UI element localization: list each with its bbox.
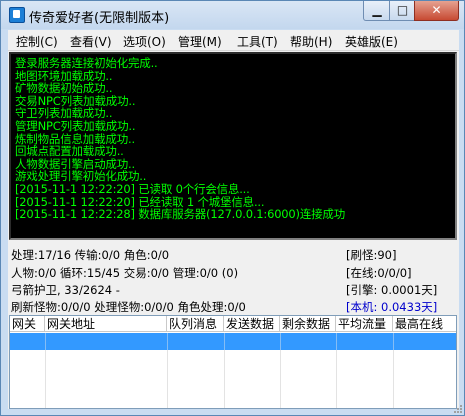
gateway-table[interactable]: 网关 网关地址 队列消息 发送数据 剩余数据 平均流量 最高在线 [9,315,457,409]
menu-tools[interactable]: 工具(T) [237,33,278,50]
row-separator [224,333,225,350]
app-window: 传奇爱好者(无限制版本) ▁ □ ✕ 控制(C) 查看(V) 选项(O) 管理(… [0,0,465,416]
column-divider [393,350,394,408]
column-header-gateway[interactable]: 网关 [10,316,45,332]
status-online: [在线:0/0/0] [346,266,412,280]
minimize-button[interactable]: ▁ [363,1,391,21]
column-header-sent-data[interactable]: 发送数据 [224,316,280,332]
column-header-remaining-data[interactable]: 剩余数据 [280,316,336,332]
menu-help[interactable]: 帮助(H) [290,33,332,50]
status-guard: 弓箭护卫, 33/2624 - [11,283,120,297]
status-engine: [引擎: 0.0001天] [346,283,438,297]
status-refresh-monsters: [刷怪:90] [346,248,397,262]
window-title: 传奇爱好者(无限制版本) [29,11,170,26]
menu-view[interactable]: 查看(V) [70,33,112,50]
status-characters: 人物:0/0 循环:15/45 交易:0/0 管理:0/0 (0) [11,266,239,280]
status-processing: 处理:17/16 传输:0/0 角色:0/0 [11,248,170,262]
menu-manage[interactable]: 管理(M) [178,33,222,50]
menu-bar: 控制(C) 查看(V) 选项(O) 管理(M) 工具(T) 帮助(H) 英雄版(… [8,30,459,51]
log-line: [2015-11-1 12:22:28] 数据库服务器(127.0.0.1:60… [15,207,346,222]
column-divider [224,350,225,408]
resize-grip-icon[interactable] [452,403,462,413]
column-header-average-traffic[interactable]: 平均流量 [336,316,393,332]
close-button[interactable]: ✕ [414,1,459,21]
status-local: [本机: 0.0433天] [346,300,438,314]
status-panel: 处理:17/16 传输:0/0 角色:0/0 人物:0/0 循环:15/45 交… [9,243,458,315]
column-divider [336,350,337,408]
column-divider [45,350,46,408]
client-area: 登录服务器连接初始化完成.. 地图环境加载成功.. 矿物数据初始成功.. 交易NPC列… [8,51,459,409]
row-separator [336,333,337,350]
app-icon [9,7,25,23]
menu-control[interactable]: 控制(C) [16,33,58,50]
column-header-peak-online[interactable]: 最高在线 [393,316,456,332]
log-console[interactable]: 登录服务器连接初始化完成.. 地图环境加载成功.. 矿物数据初始成功.. 交易NPC列… [9,52,457,240]
menu-options[interactable]: 选项(O) [123,33,166,50]
row-separator [280,333,281,350]
menu-hero[interactable]: 英雄版(E) [345,33,398,50]
row-separator [45,333,46,350]
column-divider [280,350,281,408]
table-row-selected[interactable] [10,333,456,350]
maximize-button[interactable]: □ [389,1,416,21]
row-separator [167,333,168,350]
status-monsters: 刷新怪物:0/0/0 处理怪物:0/0/0 角色处理:0/0 [11,300,246,314]
column-header-queue-messages[interactable]: 队列消息 [167,316,224,332]
column-header-gateway-address[interactable]: 网关地址 [45,316,167,332]
row-separator [393,333,394,350]
column-divider [167,350,168,408]
title-bar[interactable]: 传奇爱好者(无限制版本) ▁ □ ✕ [1,1,464,29]
